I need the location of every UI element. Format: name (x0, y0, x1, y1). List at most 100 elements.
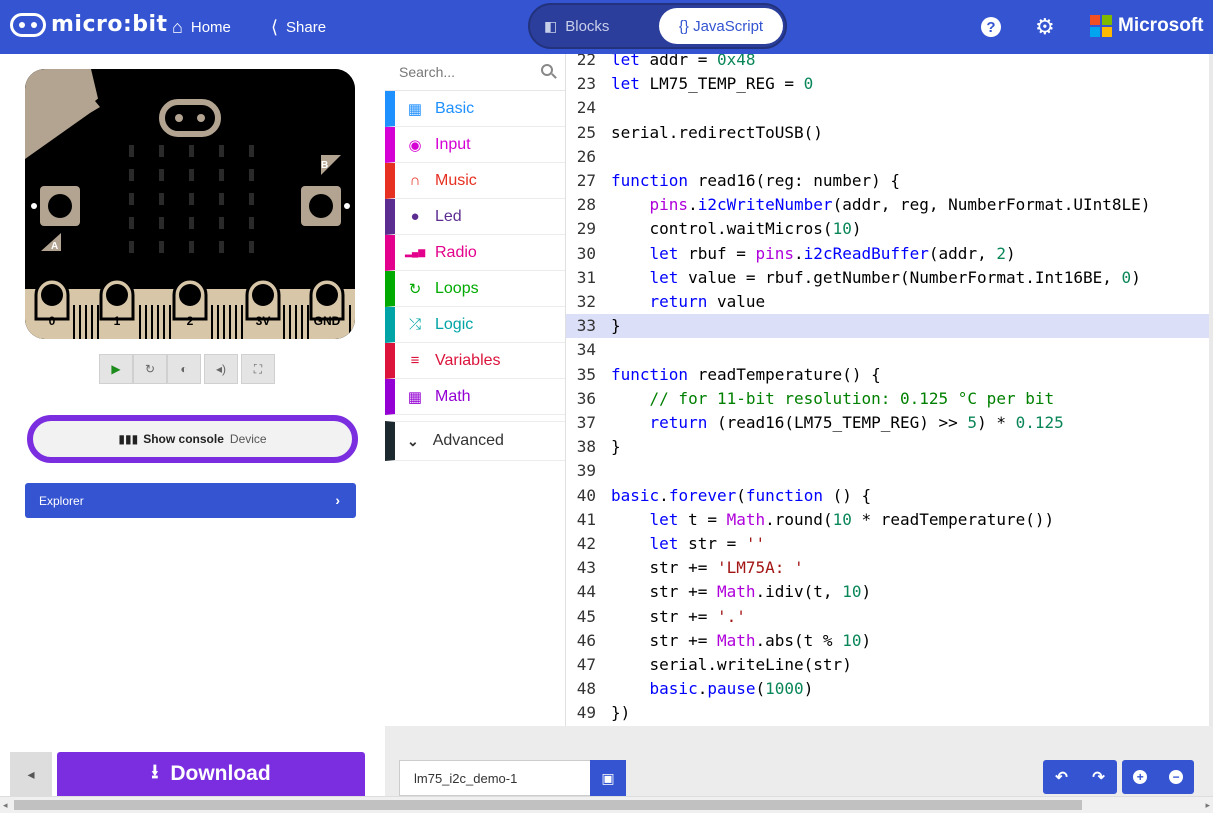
advanced-category[interactable]: ⌄ Advanced (385, 421, 565, 461)
fullscreen-button[interactable]: ⛶ (241, 354, 275, 384)
pin-label: 0 (49, 314, 56, 328)
code-line[interactable]: 40 basic.forever(function () { (566, 484, 1213, 508)
zoom-in-button[interactable]: + (1122, 760, 1158, 794)
restart-icon: ↻ (144, 362, 156, 376)
code-line[interactable]: 24 (566, 96, 1213, 120)
category-5[interactable]: ↻ Loops (385, 271, 565, 307)
javascript-tab[interactable]: {} JavaScript (659, 8, 783, 44)
code-line[interactable]: 23 let LM75_TEMP_REG = 0 (566, 72, 1213, 96)
code-line[interactable]: 45 str += '.' (566, 605, 1213, 629)
code-line[interactable]: 31 let value = rbuf.getNumber(NumberForm… (566, 266, 1213, 290)
explorer-button[interactable]: Explorer › (25, 483, 356, 518)
code-line[interactable]: 48 basic.pause(1000) (566, 677, 1213, 701)
code-line[interactable]: 34 (566, 338, 1213, 362)
home-button[interactable]: ⌂ Home (172, 0, 231, 54)
code-line[interactable]: 29 control.waitMicros(10) (566, 217, 1213, 241)
code-line[interactable]: 46 str += Math.abs(t % 10) (566, 629, 1213, 653)
line-text: return value (649, 292, 766, 311)
code-line[interactable]: 25 serial.redirectToUSB() (566, 121, 1213, 145)
settings-button[interactable]: ⚙ (1035, 0, 1055, 54)
category-3[interactable]: ● Led (385, 199, 565, 235)
share-button[interactable]: ⟨ Share (271, 0, 326, 54)
microbit-logo[interactable]: micro:bit (10, 12, 168, 37)
code-line[interactable]: 49}) (566, 701, 1213, 725)
code-line[interactable]: 26 (566, 145, 1213, 169)
line-text: let t = Math.round(10 * readTemperature(… (649, 509, 1055, 529)
download-button[interactable]: ⭳ Download (57, 752, 365, 796)
microsoft-logo[interactable]: Microsoft (1090, 15, 1204, 37)
code-line[interactable]: 42 let str = '' (566, 532, 1213, 556)
microbit-board[interactable]: A B 0 1 2 3V GND (25, 69, 355, 339)
category-4[interactable]: ▂▄▆ Radio (385, 235, 565, 271)
blocks-label: Blocks (565, 17, 610, 35)
code-line[interactable]: 47 serial.writeLine(str) (566, 653, 1213, 677)
code-line[interactable]: 37 return (read16(LM75_TEMP_REG) >> 5) *… (566, 411, 1213, 435)
code-line[interactable]: 41 let t = Math.round(10 * readTemperatu… (566, 508, 1213, 532)
edge-connector (295, 305, 297, 339)
search-input[interactable]: Search... (399, 64, 455, 80)
zoom-out-icon: − (1169, 770, 1183, 784)
project-name-input[interactable]: lm75_i2c_demo-1 (399, 760, 591, 796)
toolbox: Search... ▦ Basic ◉ Input ∩ Music ● Led ▂▄▆ Radio… (385, 54, 566, 726)
line-number: 35 (576, 364, 596, 384)
code-line[interactable]: 22 let addr = 0x48 (566, 54, 1213, 72)
code-line[interactable]: 27 function read16(reg: number) { (566, 169, 1213, 193)
code-line[interactable]: 28 pins.i2cWriteNumber(addr, reg, Number… (566, 193, 1213, 217)
collapse-simulator-button[interactable]: ◂ (10, 752, 52, 796)
category-6[interactable]: ⤮ Logic (385, 307, 565, 343)
scroll-left-icon[interactable]: ◂ (3, 800, 8, 811)
slowmo-icon: ◐ (180, 362, 188, 376)
line-number: 38 (576, 437, 596, 457)
code-line[interactable]: 30 let rbuf = pins.i2cReadBuffer(addr, 2… (566, 242, 1213, 266)
line-number: 49 (576, 703, 596, 723)
line-number: 22 (576, 54, 596, 69)
undo-redo-group: ↶ ↷ (1043, 760, 1117, 794)
line-number: 47 (576, 655, 596, 674)
category-2[interactable]: ∩ Music (385, 163, 565, 199)
chevron-right-icon: › (335, 492, 340, 508)
horizontal-scrollbar[interactable]: ◂ ▸ (0, 796, 1213, 813)
slowmo-button[interactable]: ◐ (167, 354, 201, 384)
line-text: let str = '' (649, 534, 766, 553)
line-number: 39 (576, 461, 596, 481)
zoom-out-button[interactable]: − (1158, 760, 1194, 794)
line-number: 28 (576, 195, 596, 215)
line-number: 37 (576, 413, 596, 432)
save-button[interactable]: ▣ (590, 760, 626, 796)
edge-connector (283, 305, 285, 339)
led (219, 217, 224, 229)
code-editor[interactable]: 22 let addr = 0x48 23 let LM75_TEMP_REG = 0… (566, 54, 1213, 726)
code-line[interactable]: 43 str += 'LM75A: ' (566, 556, 1213, 580)
scrollbar-thumb[interactable] (14, 800, 1082, 810)
line-text: // for 11-bit resolution: 0.125 °C per b… (649, 388, 1055, 408)
led (249, 217, 254, 229)
blocks-tab[interactable]: ◧ Blocks (544, 5, 609, 47)
toolbox-search[interactable]: Search... (385, 54, 565, 91)
category-1[interactable]: ◉ Input (385, 127, 565, 163)
code-line[interactable]: 32 return value (566, 290, 1213, 314)
pin-label: GND (314, 314, 341, 328)
undo-button[interactable]: ↶ (1043, 760, 1080, 794)
restart-button[interactable]: ↻ (133, 354, 167, 384)
play-button[interactable]: ▶ (99, 354, 133, 384)
list-icon: ≡ (410, 352, 420, 369)
code-line[interactable]: 39 (566, 459, 1213, 483)
category-7[interactable]: ≡ Variables (385, 343, 565, 379)
code-line[interactable]: 44 str += Math.idiv(t, 10) (566, 580, 1213, 604)
shuffle-icon: ⤮ (408, 316, 421, 333)
edge-connector (211, 305, 213, 339)
editor-scrollbar[interactable] (1209, 54, 1213, 726)
category-0[interactable]: ▦ Basic (385, 91, 565, 127)
category-8[interactable]: ▦ Math (385, 379, 565, 415)
scroll-right-icon[interactable]: ▸ (1205, 800, 1210, 811)
code-line[interactable]: 33} (566, 314, 1213, 339)
help-button[interactable]: ? (981, 0, 1001, 54)
mute-button[interactable]: ◂) (204, 354, 238, 384)
home-label: Home (190, 18, 231, 36)
calculator-icon: ▦ (407, 388, 423, 406)
redo-button[interactable]: ↷ (1080, 760, 1117, 794)
show-console-button[interactable]: ▮▮▮ Show console Device (27, 415, 358, 463)
code-line[interactable]: 36 // for 11-bit resolution: 0.125 °C pe… (566, 387, 1213, 411)
code-line[interactable]: 35 function readTemperature() { (566, 363, 1213, 387)
code-line[interactable]: 38} (566, 435, 1213, 459)
